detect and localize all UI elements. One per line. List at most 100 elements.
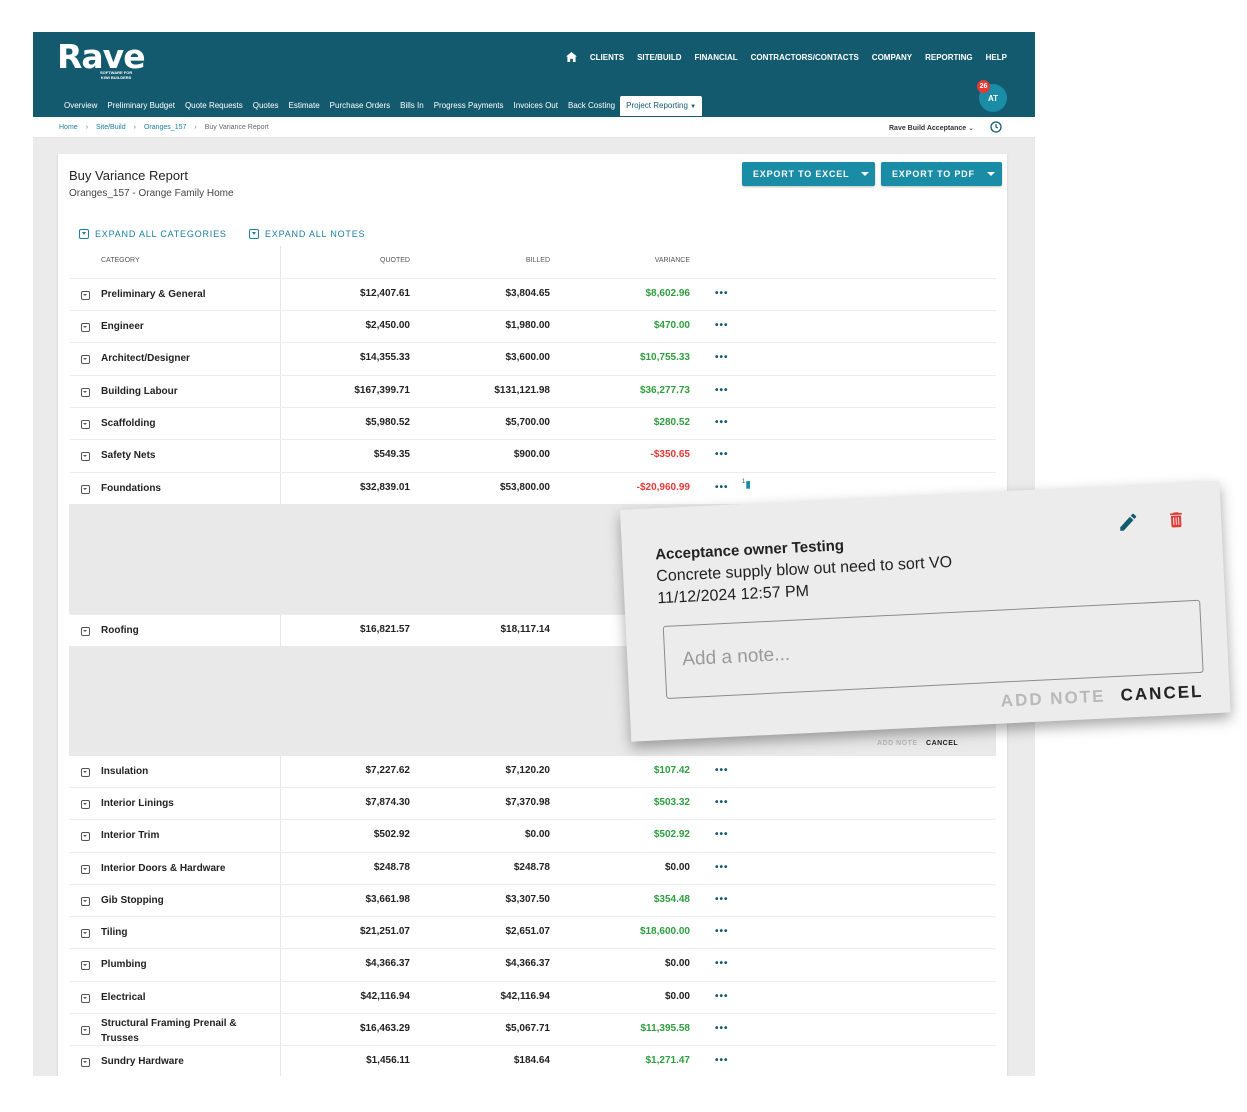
row-toggle-icon[interactable]: [81, 452, 90, 461]
clock-icon[interactable]: [990, 121, 1002, 133]
row-menu-icon[interactable]: •••: [715, 1023, 729, 1034]
top-nav: CLIENTS SITE/BUILD FINANCIAL CONTRACTORS…: [565, 52, 1007, 62]
row-toggle-icon[interactable]: [81, 929, 90, 938]
breadcrumb-site-build[interactable]: Site/Build: [96, 124, 126, 131]
row-toggle-icon[interactable]: [81, 865, 90, 874]
row-menu-icon[interactable]: •••: [715, 829, 729, 840]
nav-help[interactable]: HELP: [986, 53, 1007, 62]
table-row[interactable]: Gib Stopping $3,661.98 $3,307.50 $354.48 •••: [70, 884, 996, 916]
table-row[interactable]: Interior Doors & Hardware $248.78 $248.78 $…: [70, 852, 996, 884]
export-pdf-button[interactable]: EXPORT TO PDF: [881, 162, 1002, 186]
table-row[interactable]: Plumbing $4,366.37 $4,366.37 $0.00 •••: [70, 948, 996, 980]
edit-pencil-icon[interactable]: [1117, 511, 1140, 534]
nav-site-build[interactable]: SITE/BUILD: [637, 53, 681, 62]
add-note-button[interactable]: ADD NOTE: [877, 740, 918, 747]
table-row[interactable]: Safety Nets $549.35 $900.00 -$350.65 •••: [70, 439, 996, 471]
row-toggle-icon[interactable]: [81, 832, 90, 841]
nav-reporting[interactable]: REPORTING: [925, 53, 973, 62]
row-toggle-icon[interactable]: [81, 768, 90, 777]
row-menu-icon[interactable]: •••: [715, 765, 729, 776]
breadcrumb-home[interactable]: Home: [59, 124, 78, 131]
table-row[interactable]: Structural Framing Prenail & Trusses $16,…: [70, 1013, 996, 1045]
row-toggle-icon[interactable]: [81, 1026, 90, 1035]
row-quoted: $16,463.29: [359, 1023, 410, 1034]
tab-overview[interactable]: Overview: [59, 96, 102, 116]
row-menu-icon[interactable]: •••: [715, 991, 729, 1002]
table-row[interactable]: Engineer $2,450.00 $1,980.00 $470.00 •••: [70, 310, 996, 342]
table-row[interactable]: Tiling $21,251.07 $2,651.07 $18,600.00 •••: [70, 916, 996, 948]
notification-badge[interactable]: 26: [977, 80, 990, 93]
tab-preliminary-budget[interactable]: Preliminary Budget: [102, 96, 180, 116]
export-excel-button[interactable]: EXPORT TO EXCEL: [742, 162, 875, 186]
tab-invoices-out[interactable]: Invoices Out: [509, 96, 563, 116]
tab-project-reporting[interactable]: Project Reporting ▼: [620, 96, 703, 116]
table-row[interactable]: Electrical $42,116.94 $42,116.94 $0.00 •••: [70, 981, 996, 1013]
row-toggle-icon[interactable]: [81, 355, 90, 364]
nav-contractors-contacts[interactable]: CONTRACTORS/CONTACTS: [751, 53, 859, 62]
nav-company[interactable]: COMPANY: [872, 53, 912, 62]
expand-all-notes-button[interactable]: EXPAND ALL NOTES: [249, 229, 365, 239]
table-row[interactable]: Interior Linings $7,874.30 $7,370.98 $503.3…: [70, 787, 996, 819]
table-row[interactable]: Building Labour $167,399.71 $131,121.98 $36…: [70, 375, 996, 407]
row-category: Plumbing: [101, 959, 147, 970]
add-note-input[interactable]: Add a note...: [662, 599, 1204, 699]
delete-trash-icon[interactable]: [1166, 508, 1187, 531]
row-category: Electrical: [101, 992, 146, 1003]
breadcrumb-job[interactable]: Oranges_157: [144, 124, 186, 131]
table-row[interactable]: Preliminary & General $12,407.61 $3,804.65…: [70, 278, 996, 310]
column-header-quoted[interactable]: QUOTED: [290, 257, 410, 264]
add-note-button[interactable]: ADD NOTE: [1000, 687, 1106, 712]
row-toggle-icon[interactable]: [81, 897, 90, 906]
row-toggle-icon[interactable]: [81, 323, 90, 332]
home-icon[interactable]: [565, 52, 577, 62]
row-menu-icon[interactable]: •••: [715, 417, 729, 428]
column-header-variance[interactable]: VARIANCE: [570, 257, 690, 264]
row-menu-icon[interactable]: •••: [715, 352, 729, 363]
column-header-category[interactable]: CATEGORY: [101, 257, 140, 264]
table-row[interactable]: Architect/Designer $14,355.33 $3,600.00 $10…: [70, 342, 996, 374]
row-category: Foundations: [101, 483, 161, 494]
row-variance: $8,602.96: [645, 288, 691, 299]
tab-back-costing[interactable]: Back Costing: [563, 96, 620, 116]
row-toggle-icon[interactable]: [81, 994, 90, 1003]
row-menu-icon[interactable]: •••: [715, 385, 729, 396]
row-toggle-icon[interactable]: [81, 627, 90, 636]
tab-progress-payments[interactable]: Progress Payments: [429, 96, 509, 116]
tab-estimate[interactable]: Estimate: [284, 96, 325, 116]
row-billed: $3,307.50: [505, 894, 551, 905]
row-toggle-icon[interactable]: [81, 420, 90, 429]
column-header-billed[interactable]: BILLED: [430, 257, 550, 264]
tab-purchase-orders[interactable]: Purchase Orders: [325, 96, 395, 116]
cancel-note-button[interactable]: CANCEL: [1120, 682, 1204, 706]
table-row[interactable]: Interior Trim $502.92 $0.00 $502.92 •••: [70, 819, 996, 851]
row-toggle-icon[interactable]: [81, 961, 90, 970]
row-toggle-icon[interactable]: [81, 388, 90, 397]
row-menu-icon[interactable]: •••: [715, 797, 729, 808]
row-menu-icon[interactable]: •••: [715, 482, 729, 493]
row-toggle-icon[interactable]: [81, 800, 90, 809]
row-menu-icon[interactable]: •••: [715, 926, 729, 937]
row-menu-icon[interactable]: •••: [715, 449, 729, 460]
notes-indicator-icon[interactable]: 1▮: [742, 479, 751, 490]
row-menu-icon[interactable]: •••: [715, 1055, 729, 1066]
nav-clients[interactable]: CLIENTS: [590, 53, 624, 62]
account-selector[interactable]: Rave Build Acceptance ⌄: [889, 124, 974, 132]
row-menu-icon[interactable]: •••: [715, 320, 729, 331]
row-menu-icon[interactable]: •••: [715, 862, 729, 873]
expand-all-categories-button[interactable]: EXPAND ALL CATEGORIES: [79, 229, 227, 239]
nav-financial[interactable]: FINANCIAL: [695, 53, 738, 62]
tab-quotes[interactable]: Quotes: [248, 96, 284, 116]
table-row[interactable]: Sundry Hardware $1,456.11 $184.64 $1,271.47…: [70, 1045, 996, 1076]
table-row[interactable]: Scaffolding $5,980.52 $5,700.00 $280.52 •••: [70, 407, 996, 439]
row-menu-icon[interactable]: •••: [715, 288, 729, 299]
row-toggle-icon[interactable]: [81, 291, 90, 300]
row-menu-icon[interactable]: •••: [715, 958, 729, 969]
table-row[interactable]: Insulation $7,227.62 $7,120.20 $107.42 •••: [70, 755, 996, 787]
tab-quote-requests[interactable]: Quote Requests: [180, 96, 248, 116]
tab-bills-in[interactable]: Bills In: [395, 96, 429, 116]
row-toggle-icon[interactable]: [81, 1058, 90, 1067]
cancel-button[interactable]: CANCEL: [926, 740, 958, 747]
row-menu-icon[interactable]: •••: [715, 894, 729, 905]
row-toggle-icon[interactable]: [81, 485, 90, 494]
row-quoted: $3,661.98: [365, 894, 411, 905]
